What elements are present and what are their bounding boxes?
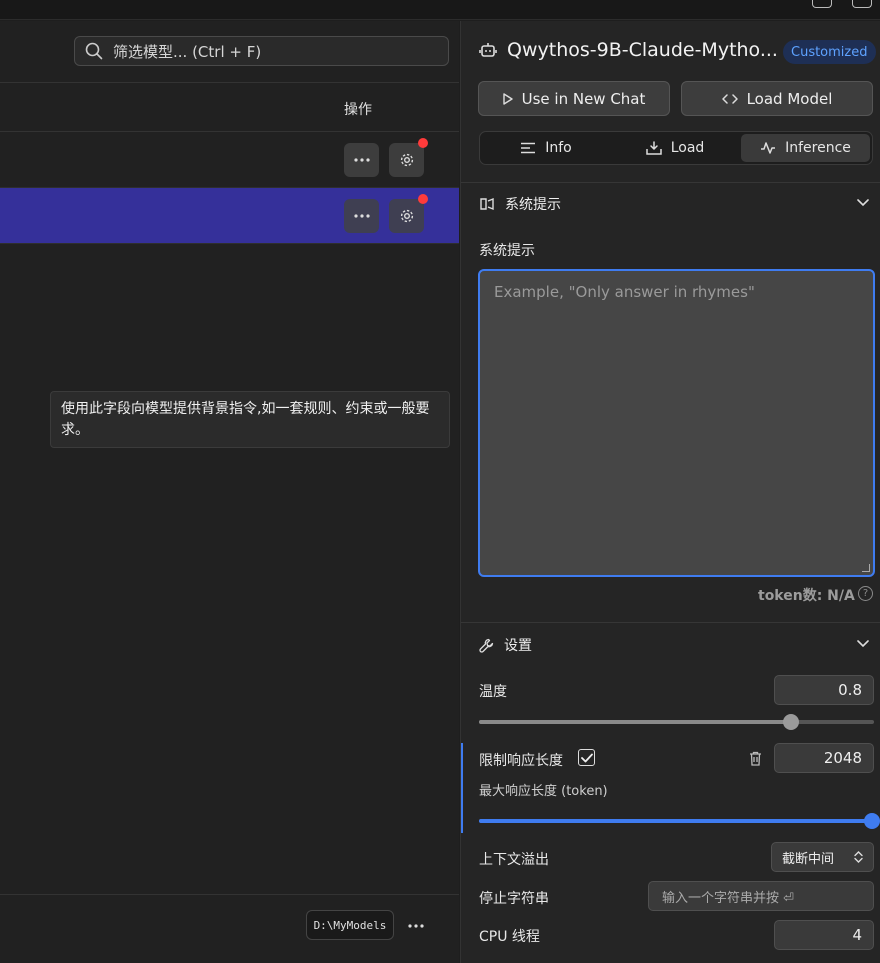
ellipsis-icon <box>353 158 370 162</box>
check-icon <box>580 753 593 762</box>
activity-icon <box>761 142 776 154</box>
window-icon[interactable] <box>812 0 832 8</box>
stop-strings-label: 停止字符串 <box>479 891 549 907</box>
actions-column-header: 操作 <box>344 102 372 118</box>
table-row-selected[interactable] <box>0 188 459 244</box>
gear-icon <box>400 153 413 167</box>
stop-strings-placeholder: 输入一个字符串并按 ⏎ <box>662 890 795 906</box>
chevron-down-icon[interactable] <box>857 640 869 648</box>
use-in-new-chat-label: Use in New Chat <box>521 89 646 108</box>
notification-dot <box>418 138 428 148</box>
limit-response-checkbox[interactable] <box>578 749 595 766</box>
use-in-new-chat-button[interactable]: Use in New Chat <box>478 81 670 116</box>
max-response-length-slider-fill <box>479 819 874 823</box>
settings-section-title: 设置 <box>504 638 532 654</box>
settings-section-header[interactable]: 设置 <box>479 635 532 655</box>
system-prompt-section-title: 系统提示 <box>505 197 561 213</box>
tab-inference[interactable]: Inference <box>741 134 870 162</box>
notification-dot <box>418 194 428 204</box>
system-prompt-textarea[interactable]: Example, "Only answer in rhymes" <box>478 269 875 577</box>
config-tabs: Info Load Inference <box>479 131 873 165</box>
active-setting-indicator <box>461 743 463 833</box>
system-prompt-placeholder: Example, "Only answer in rhymes" <box>494 283 755 301</box>
model-name: Qwythos-9B-Claude-Mytho... <box>507 39 778 61</box>
code-icon <box>721 93 738 104</box>
tab-load-label: Load <box>670 140 705 156</box>
ellipsis-icon <box>353 214 370 218</box>
more-options-button[interactable] <box>344 199 379 233</box>
prompt-icon <box>480 197 494 211</box>
stop-strings-input[interactable]: 输入一个字符串并按 ⏎ <box>648 881 874 911</box>
temperature-slider[interactable] <box>479 714 874 730</box>
max-response-length-slider-thumb[interactable] <box>864 813 880 829</box>
gear-icon <box>400 209 413 223</box>
window-top-strip <box>0 0 880 20</box>
table-row[interactable] <box>0 132 459 188</box>
cpu-threads-input[interactable]: 4 <box>774 920 874 950</box>
tab-load[interactable]: Load <box>611 134 739 162</box>
max-response-length-label: 最大响应长度 (token) <box>479 784 608 799</box>
temperature-input[interactable]: 0.8 <box>774 675 874 705</box>
robot-icon <box>479 43 497 57</box>
token-count: token数: N/A <box>758 588 855 604</box>
max-response-length-slider[interactable] <box>479 813 880 829</box>
ellipsis-icon <box>408 924 424 928</box>
table-header: 操作 <box>0 82 459 132</box>
temperature-label: 温度 <box>479 684 507 700</box>
model-settings-button[interactable] <box>389 138 428 177</box>
limit-response-label: 限制响应长度 <box>479 753 563 769</box>
search-icon <box>85 42 103 60</box>
chevron-down-icon[interactable] <box>857 199 869 207</box>
tab-info[interactable]: Info <box>482 134 610 162</box>
more-options-button[interactable] <box>344 143 379 177</box>
system-prompt-tooltip: 使用此字段向模型提供背景指令,如一套规则、约束或一般要求。 <box>50 391 450 448</box>
model-title: Qwythos-9B-Claude-Mytho... <box>479 39 778 61</box>
temperature-slider-fill <box>479 720 791 724</box>
play-icon <box>502 92 513 105</box>
model-settings-button[interactable] <box>389 194 428 233</box>
context-overflow-label: 上下文溢出 <box>479 852 549 868</box>
max-tokens-input[interactable]: 2048 <box>774 743 874 773</box>
trash-icon[interactable] <box>749 751 762 766</box>
model-list-footer: D:\MyModels <box>0 894 459 963</box>
model-list-panel: 筛选模型... (Ctrl + F) 操作 使用此字段向模型提供背景指令,如一套… <box>0 21 459 963</box>
customized-badge: Customized <box>783 40 876 64</box>
footer-more-button[interactable] <box>408 916 424 932</box>
model-config-panel: Qwythos-9B-Claude-Mytho... Customized Us… <box>460 21 880 963</box>
system-prompt-label: 系统提示 <box>479 243 535 259</box>
lines-icon <box>521 142 536 154</box>
window-icon[interactable] <box>852 0 872 8</box>
download-icon <box>645 141 662 155</box>
search-input[interactable]: 筛选模型... (Ctrl + F) <box>74 36 449 66</box>
load-model-button[interactable]: Load Model <box>681 81 873 116</box>
tab-inference-label: Inference <box>785 140 851 156</box>
context-overflow-value: 截断中间 <box>782 851 835 867</box>
tab-info-label: Info <box>545 140 572 156</box>
context-overflow-select[interactable]: 截断中间 <box>771 842 874 872</box>
search-placeholder: 筛选模型... (Ctrl + F) <box>113 42 262 61</box>
resize-handle[interactable] <box>862 564 870 572</box>
load-model-label: Load Model <box>746 89 833 108</box>
cpu-threads-label: CPU 线程 <box>479 929 540 945</box>
temperature-slider-thumb[interactable] <box>783 714 799 730</box>
models-folder-path[interactable]: D:\MyModels <box>306 910 394 940</box>
help-icon[interactable]: ? <box>858 586 873 601</box>
chevron-updown-icon <box>854 851 863 863</box>
wrench-icon <box>479 638 494 653</box>
system-prompt-section-header[interactable]: 系统提示 <box>479 194 561 214</box>
